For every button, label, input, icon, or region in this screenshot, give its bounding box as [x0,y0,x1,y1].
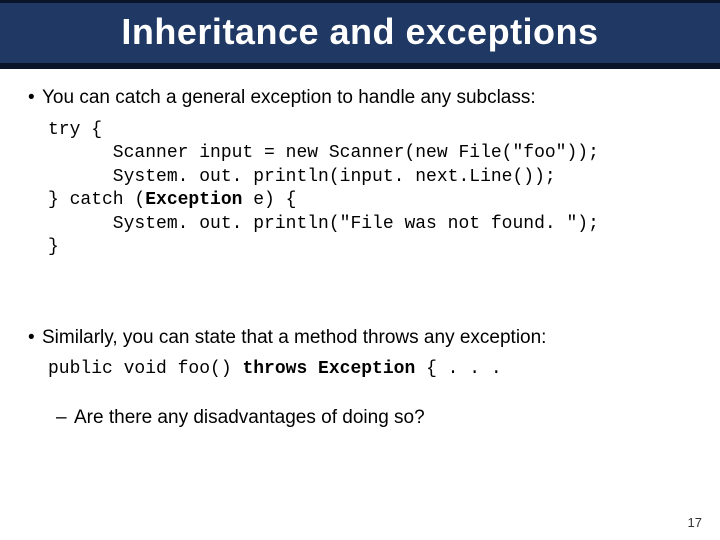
code-keyword-exception: Exception [145,190,242,210]
bullet-throws-any: Similarly, you can state that a method t… [28,327,692,349]
title-bar: Inheritance and exceptions [0,0,720,69]
code-line: } catch ( [48,190,145,210]
code-line: System. out. println(input. next.Line())… [48,167,556,187]
bullet-catch-general: You can catch a general exception to han… [28,87,692,109]
code-fragment: public void foo() [48,359,242,379]
code-block-trycatch: try { Scanner input = new Scanner(new Fi… [48,119,692,259]
code-line: } [48,237,59,257]
slide-content: You can catch a general exception to han… [0,69,720,429]
page-number: 17 [688,515,702,530]
code-line-throws: public void foo() throws Exception { . .… [48,359,692,379]
code-line: Scanner input = new Scanner(new File("fo… [48,143,599,163]
code-keyword-throws: throws Exception [242,359,415,379]
code-line: System. out. println("File was not found… [48,214,599,234]
slide-title: Inheritance and exceptions [0,11,720,53]
code-line: try { [48,120,102,140]
code-fragment: { . . . [415,359,501,379]
sub-bullet-disadvantages: Are there any disadvantages of doing so? [56,407,692,429]
code-line: e) { [242,190,296,210]
